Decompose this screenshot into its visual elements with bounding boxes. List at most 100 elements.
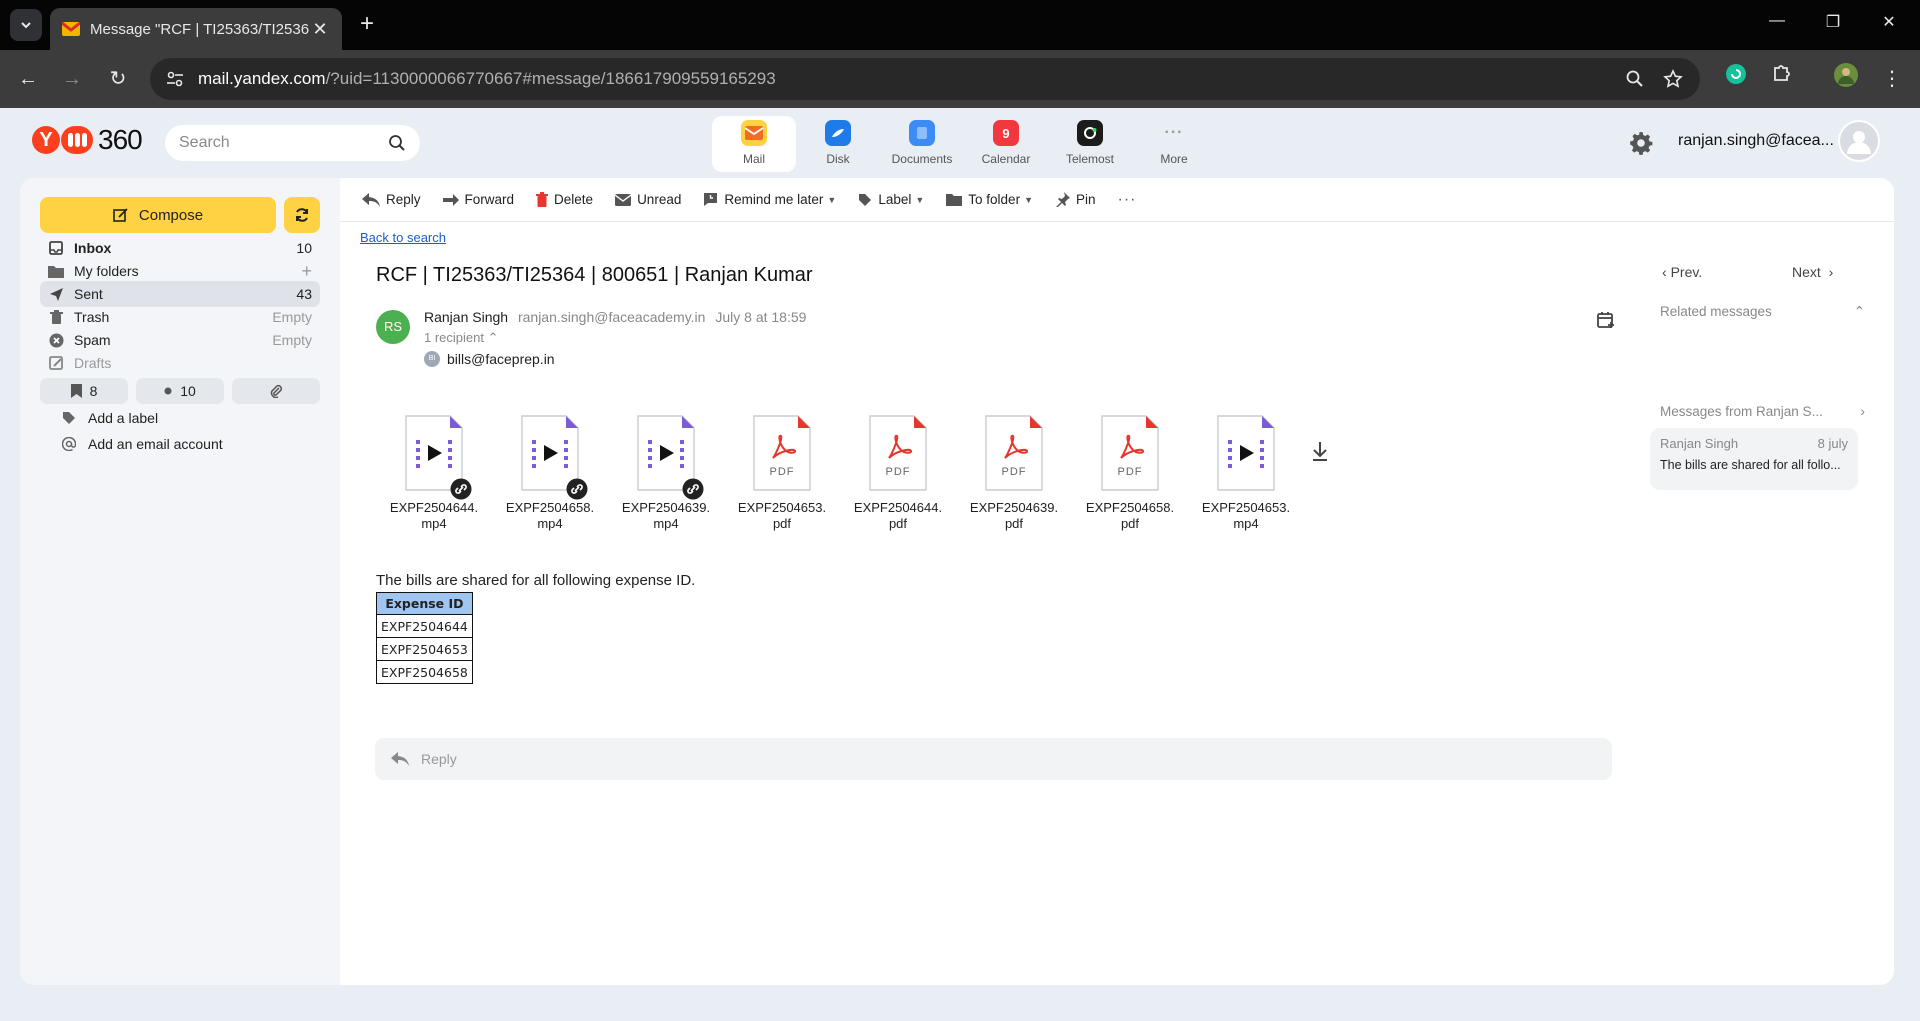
pdf-acrobat-icon: [772, 434, 797, 459]
attachment-filename: EXPF2504639. pdf: [970, 500, 1058, 532]
label-button[interactable]: Label ▼: [858, 192, 924, 207]
forward-arrow-icon[interactable]: →: [56, 64, 88, 96]
address-bar[interactable]: mail.yandex.com/?uid=1130000066770667#me…: [150, 58, 1700, 100]
search-input[interactable]: [179, 134, 369, 152]
forward-button[interactable]: Forward: [442, 192, 514, 207]
gmail-favicon-icon: [62, 22, 80, 36]
filter-unread[interactable]: 10: [136, 378, 224, 404]
attachment-pdf[interactable]: PDF EXPF2504639. pdf: [956, 414, 1072, 532]
minimize-icon[interactable]: —: [1762, 12, 1792, 38]
sender-name[interactable]: Ranjan Singh: [424, 309, 508, 325]
close-window-icon[interactable]: ✕: [1874, 12, 1904, 38]
browser-menu-icon[interactable]: ⋮: [1876, 64, 1908, 96]
filter-bookmarked[interactable]: 8: [40, 378, 128, 404]
quick-reply-box[interactable]: Reply: [375, 738, 1612, 780]
folder-count[interactable]: Empty: [272, 332, 312, 348]
attachment-pdf[interactable]: PDF EXPF2504658. pdf: [1072, 414, 1188, 532]
calendar-icon: 9: [993, 120, 1019, 146]
yandex-mail-app: Y 360 Mail Disk Documents 9 Calend: [0, 108, 1920, 1021]
to-folder-button[interactable]: To folder ▼: [946, 192, 1033, 207]
attachment-video[interactable]: EXPF2504658. mp4: [492, 414, 608, 532]
bookmark-star-icon[interactable]: [1658, 64, 1688, 94]
service-more[interactable]: ··· More: [1132, 116, 1216, 172]
download-all-icon[interactable]: [1310, 440, 1330, 462]
restore-icon[interactable]: ❐: [1818, 12, 1848, 38]
grammarly-extension-icon[interactable]: [1720, 62, 1752, 94]
attachment-video[interactable]: EXPF2504639. mp4: [608, 414, 724, 532]
service-disk[interactable]: Disk: [796, 116, 880, 172]
recipient[interactable]: BI bills@faceprep.in: [424, 351, 555, 367]
delete-button[interactable]: Delete: [536, 192, 593, 207]
messages-from-link[interactable]: Messages from Ranjan S... ›: [1660, 404, 1865, 419]
sender-email[interactable]: ranjan.singh@faceacademy.in: [518, 309, 706, 325]
back-arrow-icon[interactable]: ←: [12, 64, 44, 96]
add-to-calendar-icon[interactable]: [1596, 310, 1616, 330]
new-tab-button[interactable]: +: [352, 10, 382, 40]
profile-avatar-icon[interactable]: [1830, 62, 1862, 94]
search-icon[interactable]: [388, 134, 406, 152]
related-message-card[interactable]: Ranjan Singh 8 july The bills are shared …: [1650, 428, 1858, 490]
label-tag-icon: [63, 412, 75, 424]
tab-search-button[interactable]: [10, 9, 42, 41]
filter-attachments[interactable]: [232, 378, 320, 404]
service-mail[interactable]: Mail: [712, 116, 796, 172]
unread-button[interactable]: Unread: [615, 192, 681, 207]
table-header: Expense ID: [376, 592, 473, 615]
url-text: mail.yandex.com/?uid=1130000066770667#me…: [198, 69, 776, 89]
add-label-link[interactable]: Add a label: [62, 410, 158, 426]
inbox-icon: [48, 240, 64, 256]
attachment-video[interactable]: EXPF2504653. mp4: [1188, 414, 1304, 532]
recipient-toggle[interactable]: 1 recipient ⌃: [424, 330, 499, 346]
sidebar-item-drafts[interactable]: Drafts: [40, 350, 320, 376]
related-messages-header[interactable]: Related messages ⌃: [1660, 304, 1865, 319]
filename-line: EXPF2504658.: [1085, 500, 1175, 515]
yandex-logo-icon: Y: [32, 126, 60, 154]
refresh-button[interactable]: [284, 197, 320, 233]
more-actions-icon[interactable]: ···: [1118, 191, 1137, 209]
browser-nav-bar: ← → ↻ mail.yandex.com/?uid=1130000066770…: [0, 50, 1920, 108]
reply-placeholder: Reply: [421, 751, 457, 767]
site-info-icon[interactable]: [160, 64, 190, 94]
sender-avatar[interactable]: RS: [376, 310, 410, 344]
pdf-type-label: PDF: [769, 466, 795, 478]
back-to-search-link[interactable]: Back to search: [360, 230, 446, 245]
settings-gear-icon[interactable]: [1628, 130, 1654, 156]
telemost-icon: [1077, 120, 1103, 146]
service-documents[interactable]: Documents: [880, 116, 964, 172]
reload-icon[interactable]: ↻: [102, 64, 134, 96]
prev-message-link[interactable]: ‹ Prev.: [1662, 264, 1702, 280]
attachment-pdf[interactable]: PDF EXPF2504653. pdf: [724, 414, 840, 532]
message-body-text: The bills are shared for all following e…: [376, 572, 696, 589]
add-email-account-link[interactable]: Add an email account: [62, 436, 223, 452]
attachment-video[interactable]: EXPF2504644. mp4: [376, 414, 492, 532]
close-tab-icon[interactable]: ✕: [310, 19, 330, 40]
extensions-puzzle-icon[interactable]: [1766, 62, 1798, 94]
folder-label: Sent: [74, 286, 103, 302]
service-calendar[interactable]: 9 Calendar: [964, 116, 1048, 172]
pin-button[interactable]: Pin: [1055, 192, 1096, 207]
attachment-pdf[interactable]: PDF EXPF2504644. pdf: [840, 414, 956, 532]
account-email[interactable]: ranjan.singh@facea...: [1678, 132, 1834, 150]
remind-later-button[interactable]: Remind me later ▼: [703, 192, 836, 207]
user-avatar[interactable]: [1838, 120, 1880, 162]
service-label: Disk: [826, 152, 850, 166]
add-folder-icon[interactable]: +: [301, 261, 312, 282]
quick-filters: 8 10: [40, 378, 320, 404]
service-telemost[interactable]: Telemost: [1048, 116, 1132, 172]
zoom-icon[interactable]: [1620, 64, 1650, 94]
calendar-badge: 9: [1002, 125, 1010, 141]
table-row: EXPF2504653: [376, 637, 473, 661]
message-subject: RCF | TI25363/TI25364 | 800651 | Ranjan …: [376, 264, 813, 286]
compose-button[interactable]: Compose: [40, 197, 276, 233]
attachment-filename: EXPF2504644. mp4: [390, 500, 478, 532]
related-date: 8 july: [1817, 436, 1848, 451]
recipient-count: 1 recipient: [424, 330, 484, 345]
yandex-360-logo[interactable]: Y 360: [32, 124, 143, 156]
prev-label: Prev.: [1670, 264, 1703, 280]
next-message-link[interactable]: Next ›: [1792, 264, 1833, 280]
table-row: EXPF2504658: [376, 660, 473, 684]
browser-tab-active[interactable]: Message "RCF | TI25363/TI2536 ✕: [50, 8, 342, 50]
reply-button[interactable]: Reply: [362, 192, 421, 207]
folder-count[interactable]: Empty: [272, 309, 312, 325]
search-box[interactable]: [165, 125, 420, 161]
